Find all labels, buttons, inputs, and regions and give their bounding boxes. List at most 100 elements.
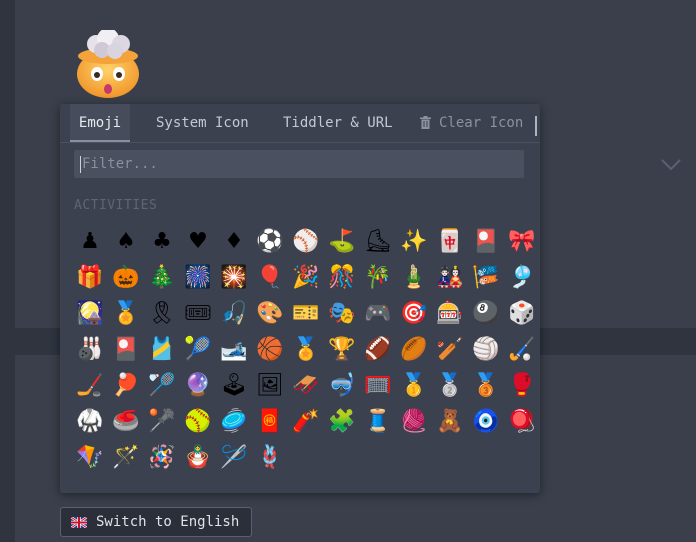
- emoji-item[interactable]: 🪢: [252, 440, 288, 476]
- emoji-item[interactable]: 🎎: [432, 260, 468, 296]
- emoji-item[interactable]: 🎈: [252, 260, 288, 296]
- emoji-item[interactable]: 🎴: [108, 332, 144, 368]
- emoji-item[interactable]: 🏅: [108, 296, 144, 332]
- filter-input[interactable]: [74, 150, 524, 178]
- emoji-item[interactable]: ♠: [108, 224, 144, 260]
- emoji-item[interactable]: 🥎: [180, 404, 216, 440]
- emoji-item[interactable]: 🎫: [288, 296, 324, 332]
- emoji-item[interactable]: 🏀: [252, 332, 288, 368]
- emoji-item[interactable]: 🎯: [396, 296, 432, 332]
- emoji-item[interactable]: 🎋: [360, 260, 396, 296]
- tab-tiddler-url-label: Tiddler & URL: [283, 115, 393, 131]
- tab-system-icon[interactable]: System Icon: [156, 104, 249, 142]
- emoji-item[interactable]: 🧩: [324, 404, 360, 440]
- emoji-item[interactable]: 🎳: [72, 332, 108, 368]
- text-caret: [80, 156, 81, 173]
- emoji-item[interactable]: 🎿: [216, 332, 252, 368]
- emoji-item[interactable]: 🥌: [108, 404, 144, 440]
- emoji-item[interactable]: 🧧: [252, 404, 288, 440]
- emoji-item[interactable]: 🪆: [180, 440, 216, 476]
- emoji-item[interactable]: 🎮: [360, 296, 396, 332]
- emoji-item[interactable]: ⚽: [252, 224, 288, 260]
- emoji-item[interactable]: 🏏: [432, 332, 468, 368]
- emoji-item[interactable]: 🎄: [144, 260, 180, 296]
- tab-emoji[interactable]: Emoji: [70, 104, 130, 142]
- switch-language-button[interactable]: Switch to English: [60, 507, 252, 537]
- emoji-item[interactable]: 🎃: [108, 260, 144, 296]
- emoji-item[interactable]: 🏐: [468, 332, 504, 368]
- emoji-item[interactable]: 🎗: [144, 296, 180, 332]
- emoji-item[interactable]: 🪀: [504, 404, 540, 440]
- emoji-item[interactable]: 🥉: [468, 368, 504, 404]
- emoji-item[interactable]: ⛳: [324, 224, 360, 260]
- emoji-item[interactable]: 🎀: [504, 224, 540, 260]
- emoji-item[interactable]: 🏆: [324, 332, 360, 368]
- emoji-item[interactable]: 🛷: [288, 368, 324, 404]
- tab-tiddler-url[interactable]: Tiddler & URL: [283, 104, 393, 142]
- emoji-item[interactable]: 🎽: [144, 332, 180, 368]
- emoji-item[interactable]: 🏸: [144, 368, 180, 404]
- emoji-item[interactable]: 🏑: [504, 332, 540, 368]
- emoji-item[interactable]: 🀄: [432, 224, 468, 260]
- emoji-item[interactable]: ♦: [216, 224, 252, 260]
- tab-clear-icon-label: Clear Icon: [439, 115, 524, 131]
- emoji-item[interactable]: 🖼: [252, 368, 288, 404]
- emoji-item[interactable]: ♟: [72, 224, 108, 260]
- emoji-item[interactable]: 🪡: [216, 440, 252, 476]
- emoji-item[interactable]: 🎣: [216, 296, 252, 332]
- emoji-item[interactable]: 🎲: [504, 296, 540, 332]
- emoji-item[interactable]: 🥇: [396, 368, 432, 404]
- emoji-item[interactable]: 🪅: [144, 440, 180, 476]
- emoji-item[interactable]: 🎰: [432, 296, 468, 332]
- emoji-item[interactable]: 🏒: [72, 368, 108, 404]
- tab-clear-icon[interactable]: Clear Icon: [420, 104, 523, 142]
- emoji-item[interactable]: 🎾: [180, 332, 216, 368]
- emoji-item[interactable]: 🎴: [468, 224, 504, 260]
- emoji-item[interactable]: 🎟: [180, 296, 216, 332]
- emoji-item[interactable]: 🧶: [396, 404, 432, 440]
- emoji-item[interactable]: 🥏: [216, 404, 252, 440]
- emoji-item[interactable]: 🧨: [288, 404, 324, 440]
- emoji-item[interactable]: 🎇: [216, 260, 252, 296]
- emoji-item[interactable]: 🕹: [216, 368, 252, 404]
- emoji-item[interactable]: 🎭: [324, 296, 360, 332]
- emoji-item[interactable]: 🏈: [360, 332, 396, 368]
- emoji-item[interactable]: 🥊: [504, 368, 540, 404]
- emoji-item[interactable]: ♣: [144, 224, 180, 260]
- emoji-item[interactable]: 🏉: [396, 332, 432, 368]
- emoji-item[interactable]: 🎊: [324, 260, 360, 296]
- emoji-item[interactable]: ⛸: [360, 224, 396, 260]
- emoji-item[interactable]: 🧵: [360, 404, 396, 440]
- emoji-item[interactable]: 🪄: [108, 440, 144, 476]
- tab-system-icon-label: System Icon: [156, 115, 249, 131]
- emoji-item[interactable]: 🎍: [396, 260, 432, 296]
- emoji-item[interactable]: 🥅: [360, 368, 396, 404]
- emoji-item[interactable]: 🥍: [144, 404, 180, 440]
- tab-emoji-label: Emoji: [78, 115, 122, 131]
- emoji-item[interactable]: 🎁: [72, 260, 108, 296]
- emoji-item[interactable]: 🎱: [468, 296, 504, 332]
- emoji-item[interactable]: ♥: [180, 224, 216, 260]
- picker-tabs: Emoji System Icon Tiddler & URL Clear Ic…: [60, 104, 540, 143]
- emoji-item[interactable]: ✨: [396, 224, 432, 260]
- emoji-item[interactable]: 🧸: [432, 404, 468, 440]
- emoji-item[interactable]: 🤿: [324, 368, 360, 404]
- emoji-item[interactable]: 🏅: [288, 332, 324, 368]
- emoji-item[interactable]: 🏓: [108, 368, 144, 404]
- exploding-head-icon[interactable]: [76, 30, 140, 98]
- emoji-item[interactable]: ⚾: [288, 224, 324, 260]
- emoji-item[interactable]: 🥋: [72, 404, 108, 440]
- emoji-item[interactable]: 🧿: [468, 404, 504, 440]
- emoji-item[interactable]: 🔮: [180, 368, 216, 404]
- emoji-item[interactable]: 🎆: [180, 260, 216, 296]
- trash-icon: [420, 116, 431, 129]
- emoji-item[interactable]: 🎨: [252, 296, 288, 332]
- emoji-item[interactable]: 🪁: [72, 440, 108, 476]
- switch-language-label: Switch to English: [96, 514, 240, 530]
- emoji-item[interactable]: 🎑: [72, 296, 108, 332]
- chevron-down-icon[interactable]: [660, 158, 682, 172]
- emoji-item[interactable]: 🎐: [504, 260, 540, 296]
- emoji-item[interactable]: 🎏: [468, 260, 504, 296]
- emoji-item[interactable]: 🎉: [288, 260, 324, 296]
- emoji-item[interactable]: 🥈: [432, 368, 468, 404]
